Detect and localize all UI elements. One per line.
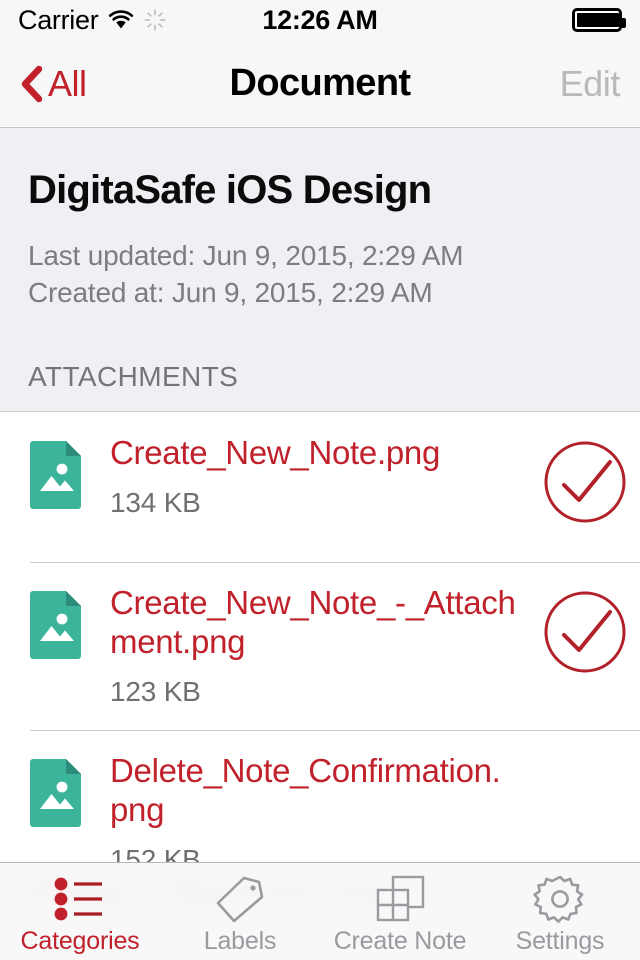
list-item-body: Delete_Note_Confirmation.png 152 KB bbox=[86, 752, 530, 876]
attachment-check-slot[interactable] bbox=[530, 752, 640, 844]
back-button[interactable]: All bbox=[20, 63, 87, 105]
attachment-unchecked-placeholder bbox=[541, 756, 629, 844]
wifi-icon bbox=[108, 10, 134, 30]
chevron-left-icon bbox=[20, 65, 43, 103]
document-title: DigitaSafe iOS Design bbox=[28, 168, 432, 212]
attachment-check-slot[interactable] bbox=[530, 434, 640, 526]
check-circle-icon[interactable] bbox=[541, 588, 629, 676]
tab-settings[interactable]: Settings bbox=[480, 863, 640, 960]
gear-icon bbox=[533, 873, 587, 925]
attachment-size: 134 KB bbox=[110, 487, 201, 519]
attachment-size: 123 KB bbox=[110, 676, 201, 708]
new-note-icon bbox=[373, 873, 427, 925]
activity-spinner-icon bbox=[144, 9, 166, 31]
tab-labels[interactable]: Labels bbox=[160, 863, 320, 960]
attachment-name: Create_New_Note.png bbox=[110, 434, 441, 472]
status-bar-left: Carrier bbox=[18, 5, 166, 36]
list-item[interactable]: Create_New_Note.png 134 KB bbox=[0, 412, 640, 563]
status-bar-right bbox=[572, 8, 626, 32]
status-bar: Carrier 12:26 AM bbox=[0, 0, 640, 40]
check-circle-icon[interactable] bbox=[541, 438, 629, 526]
navigation-bar: All Document Edit bbox=[0, 40, 640, 128]
document-header: DigitaSafe iOS Design Last updated: Jun … bbox=[0, 129, 640, 312]
tab-categories[interactable]: Categories bbox=[0, 863, 160, 960]
battery-full-icon bbox=[572, 8, 626, 32]
document-metadata: Last updated: Jun 9, 2015, 2:29 AM Creat… bbox=[28, 237, 612, 311]
tab-label-categories: Categories bbox=[20, 927, 140, 955]
tab-create-note[interactable]: Create Note bbox=[320, 863, 480, 960]
carrier-label: Carrier bbox=[18, 4, 99, 35]
tab-bar: Categories Labels Create Note Settings bbox=[0, 862, 640, 960]
bulleted-list-icon bbox=[53, 873, 107, 925]
list-item[interactable]: Create_New_Note_-_Attachment.png 123 KB bbox=[0, 562, 640, 731]
attachments-list: Create_New_Note.png 134 KB Create_New_No… bbox=[0, 411, 640, 899]
scroll-content[interactable]: DigitaSafe iOS Design Last updated: Jun … bbox=[0, 129, 640, 960]
attachment-name: Create_New_Note_-_Attachment.png bbox=[110, 584, 516, 661]
attachments-section-header: ATTACHMENTS bbox=[28, 361, 239, 393]
tab-label-settings: Settings bbox=[515, 927, 605, 955]
created-at-label: Created at: Jun 9, 2015, 2:29 AM bbox=[28, 277, 433, 309]
image-file-icon bbox=[28, 438, 86, 510]
image-file-icon bbox=[28, 756, 86, 828]
list-item-body: Create_New_Note_-_Attachment.png 123 KB bbox=[86, 584, 530, 708]
tab-label-labels: Labels bbox=[203, 927, 277, 955]
tag-icon bbox=[213, 873, 267, 925]
list-item-body: Create_New_Note.png 134 KB bbox=[86, 434, 530, 519]
edit-button[interactable]: Edit bbox=[560, 63, 621, 105]
page-title: Document bbox=[229, 62, 412, 104]
image-file-icon bbox=[28, 588, 86, 660]
attachment-name: Delete_Note_Confirmation.png bbox=[110, 752, 501, 829]
back-button-label: All bbox=[48, 62, 87, 104]
last-updated-label: Last updated: Jun 9, 2015, 2:29 AM bbox=[28, 240, 464, 271]
attachment-check-slot[interactable] bbox=[530, 584, 640, 676]
tab-label-create-note: Create Note bbox=[333, 927, 467, 955]
